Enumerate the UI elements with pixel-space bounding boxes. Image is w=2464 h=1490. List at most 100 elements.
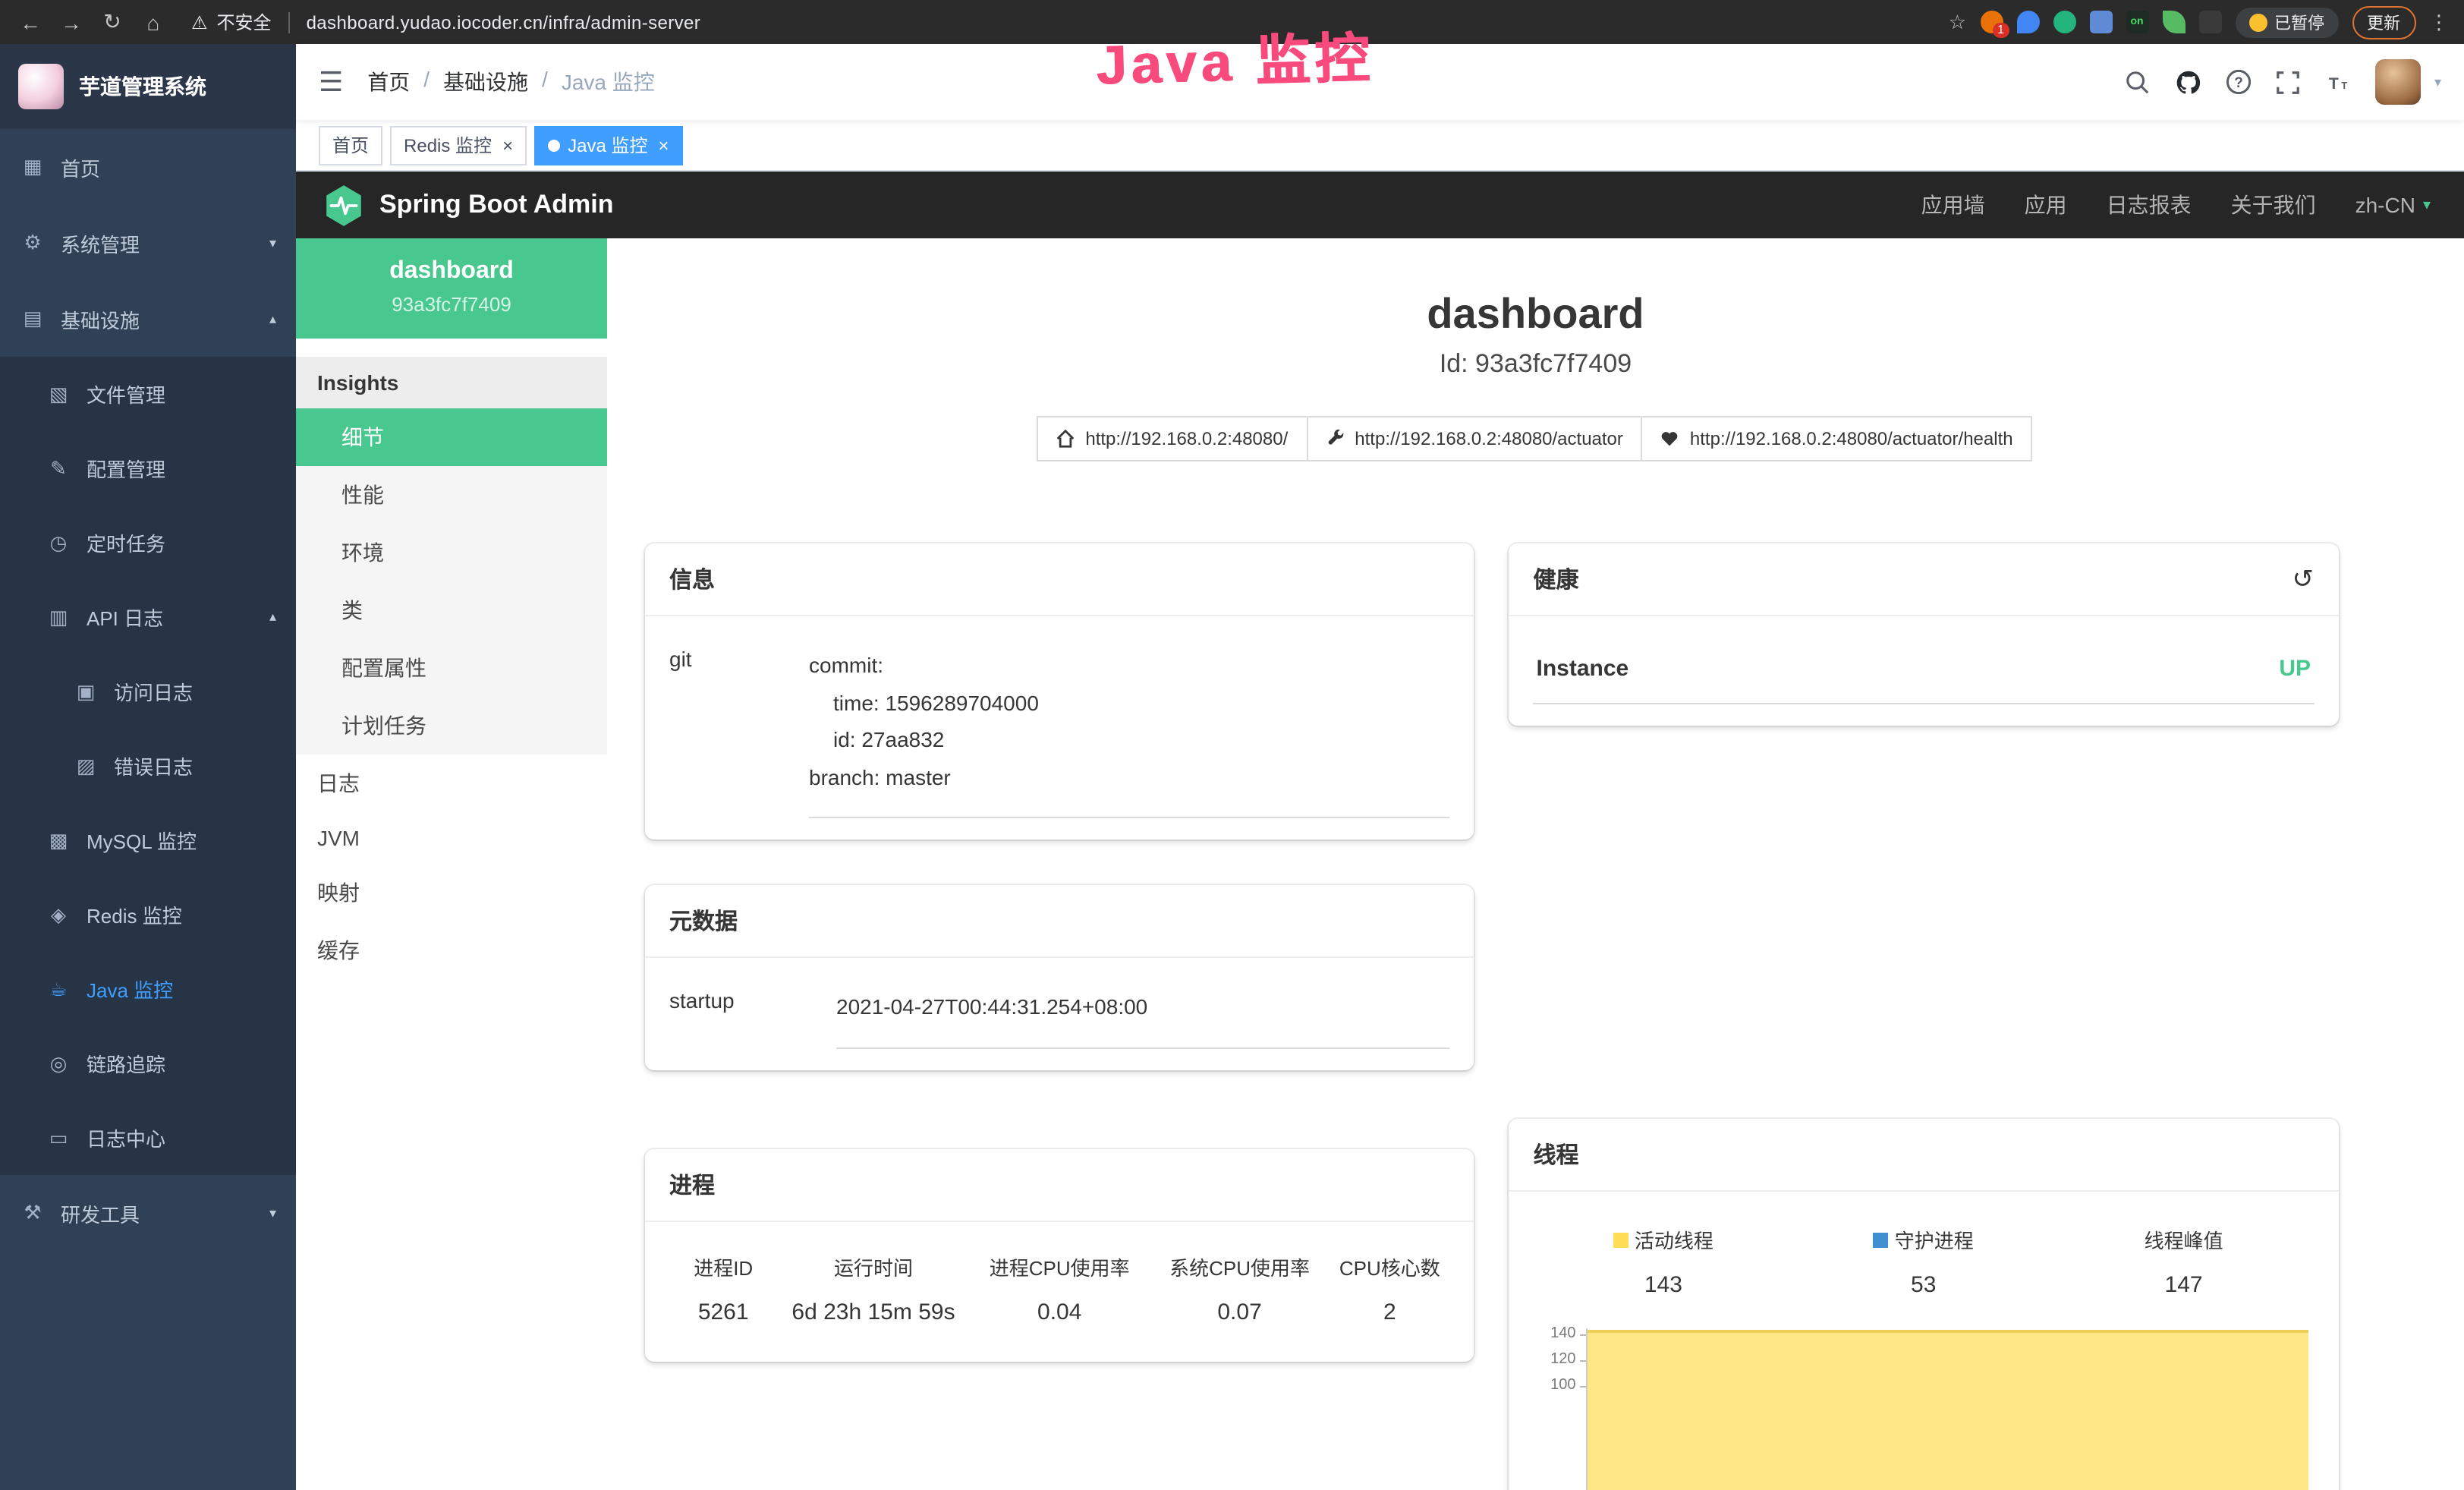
instance-id: 93a3fc7f7409 xyxy=(296,293,607,316)
metadata-row-startup: startup 2021-04-27T00:44:31.254+08:00 xyxy=(669,979,1450,1048)
sba-item-scheduled-tasks[interactable]: 计划任务 xyxy=(296,697,607,754)
help-icon[interactable]: ? xyxy=(2225,68,2252,96)
sidebar-item-scheduled-tasks[interactable]: ◷ 定时任务 xyxy=(0,506,296,580)
browser-chrome: ← → ↻ ⌂ ⚠ 不安全 dashboard.yudao.iocoder.cn… xyxy=(0,0,2464,44)
sba-item-classes[interactable]: 类 xyxy=(296,581,607,639)
sidebar-item-system-management[interactable]: ⚙ 系统管理 ▾ xyxy=(0,205,296,281)
browser-menu-icon[interactable]: ⋮ xyxy=(2429,10,2449,34)
extension-icon-drop[interactable] xyxy=(2016,11,2039,33)
sidebar-item-java-monitor[interactable]: ☕ Java 监控 xyxy=(0,952,296,1026)
sidebar-item-tracing[interactable]: ◎ 链路追踪 xyxy=(0,1026,296,1101)
sidebar-item-file-management[interactable]: ▧ 文件管理 xyxy=(0,357,296,431)
sidebar-item-log-center[interactable]: ▭ 日志中心 xyxy=(0,1101,296,1175)
sidebar-item-redis-monitor[interactable]: ◈ Redis 监控 xyxy=(0,877,296,952)
extension-icon-leaf[interactable] xyxy=(2162,11,2185,33)
address-bar[interactable]: dashboard.yudao.iocoder.cn/infra/admin-s… xyxy=(307,11,701,33)
card-title: 线程 xyxy=(1534,1139,1579,1170)
extension-icon-green[interactable] xyxy=(2053,11,2075,33)
sidebar-item-home[interactable]: ▦ 首页 xyxy=(0,129,296,205)
git-commit-line: commit: xyxy=(809,647,1450,684)
user-avatar[interactable] xyxy=(2375,59,2421,105)
sba-item-details[interactable]: 细节 xyxy=(296,408,607,466)
legend-value: 53 xyxy=(1793,1272,2053,1298)
collapse-sidebar-icon[interactable]: ☰ xyxy=(319,66,343,98)
instance-home-link[interactable]: http://192.168.0.2:48080/ xyxy=(1037,416,1308,461)
left-column: 信息 git commit: time: 1596289704000 xyxy=(645,543,1474,1361)
instance-health-link[interactable]: http://192.168.0.2:48080/actuator/health xyxy=(1641,416,2033,461)
update-browser-button[interactable]: 更新 xyxy=(2352,5,2415,39)
process-value-cores: 2 xyxy=(1330,1299,1449,1325)
breadcrumb-infrastructure[interactable]: 基础设施 xyxy=(443,67,528,97)
sidebar-item-config-management[interactable]: ✎ 配置管理 xyxy=(0,431,296,506)
extension-icon-grid[interactable] xyxy=(2089,11,2112,33)
process-header-proc-cpu: 进程CPU使用率 xyxy=(970,1252,1150,1281)
health-row-instance[interactable]: Instance UP xyxy=(1534,638,2315,704)
sba-item-caches[interactable]: 缓存 xyxy=(296,921,607,979)
card-title: 进程 xyxy=(669,1168,715,1200)
spring-boot-admin: Spring Boot Admin 应用墙 应用 日志报表 关于我们 zh-CN… xyxy=(296,172,2464,1490)
sba-nav-journal[interactable]: 日志报表 xyxy=(2107,190,2192,220)
tab-java-monitor[interactable]: Java 监控 × xyxy=(534,125,682,165)
sidebar-item-label: 日志中心 xyxy=(87,1123,165,1152)
reload-icon[interactable]: ↻ xyxy=(97,9,127,35)
infrastructure-icon: ▤ xyxy=(20,307,46,331)
sba-nav-about[interactable]: 关于我们 xyxy=(2231,190,2316,220)
process-table: 进程ID 运行时间 进程CPU使用率 系统CPU使用率 CPU核心数 5261 … xyxy=(669,1243,1450,1340)
sba-item-jvm[interactable]: JVM xyxy=(296,812,607,864)
chevron-down-icon: ▾ xyxy=(2423,197,2431,213)
search-icon[interactable] xyxy=(2125,68,2152,96)
home-icon[interactable]: ⌂ xyxy=(138,10,168,34)
sba-item-environment[interactable]: 环境 xyxy=(296,524,607,581)
breadcrumb: 首页 / 基础设施 / Java 监控 xyxy=(367,67,655,97)
sidebar-item-dev-tools[interactable]: ⚒ 研发工具 ▾ xyxy=(0,1175,296,1251)
close-icon[interactable]: × xyxy=(658,134,669,156)
sba-item-logs[interactable]: 日志 xyxy=(296,754,607,812)
github-icon[interactable] xyxy=(2175,68,2202,96)
sidebar-item-infrastructure[interactable]: ▤ 基础设施 ▴ xyxy=(0,281,296,357)
warning-icon: ⚠ xyxy=(191,11,208,33)
font-size-icon[interactable]: TT xyxy=(2325,68,2352,96)
trace-icon: ◎ xyxy=(46,1051,71,1076)
process-card-title: 进程 xyxy=(645,1148,1474,1221)
sba-nav-wallboard[interactable]: 应用墙 xyxy=(1921,190,1985,220)
history-icon[interactable]: ↺ xyxy=(2292,564,2315,594)
tab-home[interactable]: 首页 xyxy=(319,125,382,165)
extension-badge: 1 xyxy=(1993,23,2009,38)
bookmark-star-icon[interactable]: ☆ xyxy=(1949,10,1966,34)
sba-instance-header[interactable]: dashboard 93a3fc7f7409 xyxy=(296,238,607,339)
extension-icon-toggle[interactable]: on xyxy=(2126,11,2148,33)
sidebar-item-api-logs[interactable]: ▥ API 日志 ▴ xyxy=(0,580,296,654)
tab-redis-monitor[interactable]: Redis 监控 × xyxy=(390,125,527,165)
forward-icon[interactable]: → xyxy=(56,10,87,34)
process-header-sys-cpu: 系统CPU使用率 xyxy=(1150,1252,1330,1281)
sba-item-mappings[interactable]: 映射 xyxy=(296,864,607,921)
admin-app: 芋道管理系统 ▦ 首页 ⚙ 系统管理 ▾ ▤ 基础设施 ▴ ▧ 文件管理 xyxy=(0,44,2464,1490)
status-badge: UP xyxy=(2279,656,2311,682)
sidebar-item-mysql-monitor[interactable]: ▩ MySQL 监控 xyxy=(0,803,296,877)
extension-icon-fox[interactable]: 1 xyxy=(1980,11,2003,33)
extension-icon-plugin[interactable] xyxy=(2198,11,2221,33)
link-label: http://192.168.0.2:48080/ xyxy=(1085,428,1288,449)
app-logo[interactable]: 芋道管理系统 xyxy=(0,44,296,129)
sidebar-item-label: MySQL 监控 xyxy=(87,826,197,855)
info-value: commit: time: 1596289704000 id: 27aa832 … xyxy=(809,638,1450,818)
avatar-caret-icon[interactable]: ▾ xyxy=(2434,74,2441,90)
sba-locale-select[interactable]: zh-CN ▾ xyxy=(2355,193,2431,217)
y-tick-mark xyxy=(1581,1334,1587,1336)
sidebar-item-error-logs[interactable]: ▨ 错误日志 xyxy=(0,729,296,803)
sba-item-config-props[interactable]: 配置属性 xyxy=(296,639,607,697)
paused-extension-pill[interactable]: 已暂停 xyxy=(2235,7,2338,37)
breadcrumb-home[interactable]: 首页 xyxy=(367,67,410,97)
sba-nav-applications[interactable]: 应用 xyxy=(2025,190,2067,220)
edit-icon: ✎ xyxy=(46,456,71,480)
site-security[interactable]: ⚠ 不安全 xyxy=(191,9,272,35)
instance-actuator-link[interactable]: http://192.168.0.2:48080/actuator xyxy=(1306,416,1643,461)
back-icon[interactable]: ← xyxy=(15,10,46,34)
legend-live-threads: 活动线程 143 xyxy=(1534,1225,1794,1298)
sba-item-metrics[interactable]: 性能 xyxy=(296,466,607,524)
paused-label: 已暂停 xyxy=(2274,10,2324,34)
logo-avatar xyxy=(18,64,64,109)
fullscreen-icon[interactable] xyxy=(2275,68,2302,96)
close-icon[interactable]: × xyxy=(502,134,513,156)
sidebar-item-access-logs[interactable]: ▣ 访问日志 xyxy=(0,654,296,729)
